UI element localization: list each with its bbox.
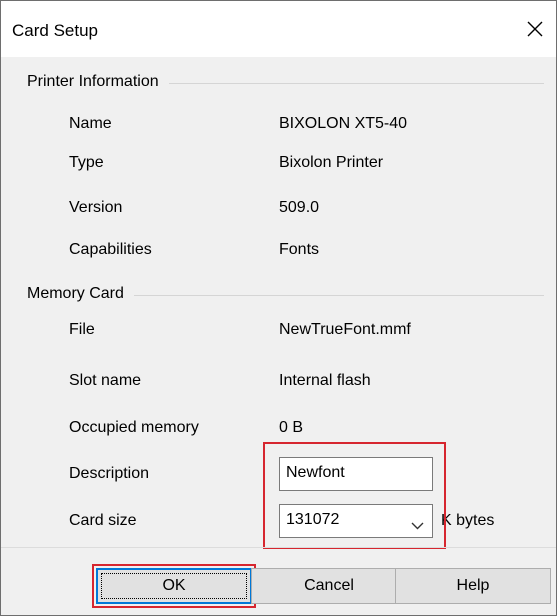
cancel-button-label: Cancel xyxy=(304,577,354,594)
memory-card-heading: Memory Card xyxy=(27,285,134,303)
button-separator xyxy=(1,547,556,548)
capabilities-label: Capabilities xyxy=(69,241,152,258)
file-value: NewTrueFont.mmf xyxy=(279,321,411,338)
printer-info-heading: Printer Information xyxy=(27,73,169,91)
card-size-unit: K bytes xyxy=(441,512,495,529)
ok-highlight-box xyxy=(92,564,256,608)
cancel-button[interactable]: Cancel xyxy=(251,568,407,604)
slot-name-value: Internal flash xyxy=(279,372,371,389)
type-label: Type xyxy=(69,154,104,171)
help-button[interactable]: Help xyxy=(395,568,551,604)
capabilities-value: Fonts xyxy=(279,241,320,258)
card-setup-dialog: Card Setup Printer Information Name BIXO… xyxy=(0,0,557,616)
type-value: Bixolon Printer xyxy=(279,154,384,171)
description-label: Description xyxy=(69,465,150,482)
highlight-box xyxy=(263,442,446,549)
title-bar: Card Setup xyxy=(1,1,556,57)
dialog-title: Card Setup xyxy=(12,21,98,40)
name-value: BIXOLON XT5-40 xyxy=(279,115,408,132)
card-size-label: Card size xyxy=(69,512,137,529)
name-label: Name xyxy=(69,115,112,132)
close-icon[interactable] xyxy=(521,15,549,43)
occupied-memory-value: 0 B xyxy=(279,419,304,436)
help-button-label: Help xyxy=(456,577,490,594)
version-label: Version xyxy=(69,199,123,216)
version-value: 509.0 xyxy=(279,199,320,216)
occupied-memory-label: Occupied memory xyxy=(69,419,199,436)
file-label: File xyxy=(69,321,95,338)
slot-name-label: Slot name xyxy=(69,372,142,389)
